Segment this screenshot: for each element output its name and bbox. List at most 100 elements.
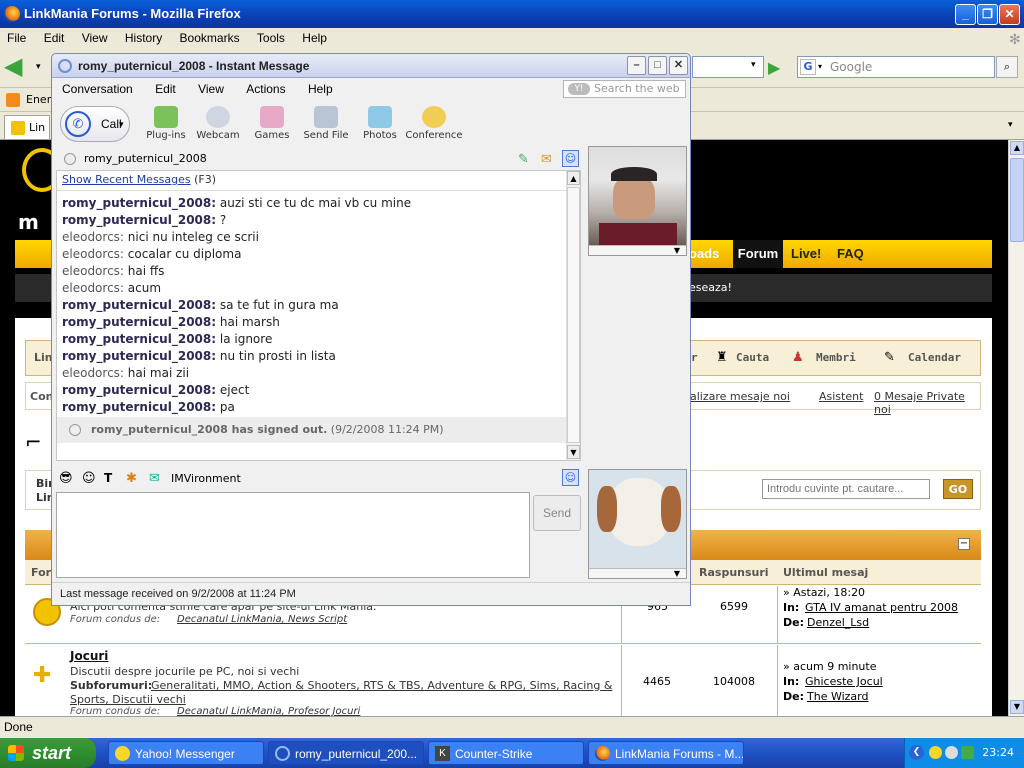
menu-history[interactable]: History [118, 28, 169, 48]
message-row: romy_puternicul_2008: hai marsh [62, 314, 280, 330]
im-menu-view[interactable]: View [188, 78, 233, 96]
pencil-icon[interactable]: ✎ [518, 151, 529, 169]
page-scrollbar[interactable]: ▲ ▼ [1008, 140, 1024, 716]
bookmark-item[interactable]: Ener [26, 93, 51, 106]
scroll-up-icon[interactable]: ▲ [1010, 141, 1024, 155]
tab-list-icon[interactable]: ▾ [1008, 120, 1013, 130]
menu-file[interactable]: File [0, 28, 33, 48]
menu-view[interactable]: View [75, 28, 115, 48]
font-icon[interactable]: T [104, 471, 112, 485]
im-menu-edit[interactable]: Edit [145, 78, 185, 96]
task-yahoo-messenger[interactable]: Yahoo! Messenger [108, 741, 264, 765]
tab-linkmania[interactable]: Lin [4, 115, 50, 139]
minimize-button[interactable]: _ [955, 4, 976, 25]
emoticon-sunglasses-icon[interactable]: 😎 [59, 471, 73, 486]
menu-item-partial[interactable]: r [691, 351, 698, 364]
url-bar[interactable]: ▾ [692, 56, 764, 78]
back-icon[interactable]: ◀ [4, 54, 32, 80]
tool-conference[interactable]: Conference [404, 106, 464, 141]
my-card-icon[interactable]: ☺ [562, 469, 579, 486]
last-post-topic-link[interactable]: GTA IV amanat pentru 2008 [805, 601, 958, 614]
last-post-topic-link[interactable]: Ghiceste Jocul [805, 675, 883, 688]
close-button[interactable]: ✕ [999, 4, 1020, 25]
show-recent-link[interactable]: Show Recent Messages [62, 173, 191, 186]
maximize-button[interactable]: ❐ [977, 4, 998, 25]
avatar-dropdown-icon[interactable]: ▼ [589, 245, 686, 255]
search-box[interactable]: G ▾ Google [797, 56, 995, 78]
tool-photos[interactable]: Photos [350, 106, 410, 141]
send-button[interactable]: Send [533, 495, 581, 531]
imvironment-icon[interactable]: ✉ [149, 471, 160, 486]
message-input[interactable] [56, 492, 530, 578]
nav-faq[interactable]: FAQ [837, 246, 864, 261]
start-button[interactable]: start [0, 738, 96, 768]
url-dropdown-icon[interactable]: ▾ [751, 60, 756, 70]
tool-plugins[interactable]: Plug-ins [136, 106, 196, 141]
forum-mods[interactable]: Decanatul LinkMania, Profesor Jocuri [177, 706, 360, 716]
link-new-posts[interactable]: alizare mesaje noi [690, 390, 790, 403]
yahoo-tray-icon[interactable] [929, 746, 942, 759]
im-minimize-button[interactable]: – [627, 56, 646, 75]
back-dropdown-icon[interactable]: ▾ [36, 62, 41, 72]
task-firefox[interactable]: LinkMania Forums - M... [588, 741, 744, 765]
my-avatar[interactable]: ▼ [588, 469, 687, 579]
divider [57, 190, 566, 191]
forum-search-input[interactable] [762, 479, 930, 499]
last-post-author-link[interactable]: The Wizard [807, 690, 868, 703]
forum-mods[interactable]: Decanatul LinkMania, News Script [177, 614, 347, 625]
menu-tools[interactable]: Tools [250, 28, 292, 48]
menu-item-cauta[interactable]: Cauta [736, 351, 769, 364]
link-private-messages[interactable]: 0 Mesaje Private noi [874, 390, 980, 416]
imvironment-label[interactable]: IMVironment [171, 472, 241, 485]
subforums-links-2[interactable]: Sports, Discutii vechi [70, 693, 186, 706]
menu-edit[interactable]: Edit [37, 28, 72, 48]
scroll-down-icon[interactable]: ▼ [1010, 700, 1024, 714]
forum-topics: 4465 [643, 675, 671, 688]
tool-send-file[interactable]: Send File [296, 106, 356, 141]
link-assistant[interactable]: Asistent [819, 390, 863, 403]
search-icon[interactable]: ⌕ [996, 56, 1018, 78]
message-row: eleodorcs: nici nu inteleg ce scrii [62, 229, 259, 245]
task-instant-message[interactable]: romy_puternicul_200... [268, 741, 424, 765]
scroll-down-icon[interactable]: ▼ [567, 445, 580, 459]
im-menu-actions[interactable]: Actions [236, 78, 294, 96]
menu-bookmarks[interactable]: Bookmarks [173, 28, 247, 48]
im-web-search[interactable]: Y! Search the web [563, 80, 686, 98]
nav-live[interactable]: Live! [791, 246, 821, 261]
message-row: romy_puternicul_2008: la ignore [62, 331, 272, 347]
go-icon[interactable]: ▶ [768, 58, 780, 77]
steam-tray-icon[interactable] [945, 746, 958, 759]
scroll-thumb[interactable] [1010, 158, 1024, 242]
im-menu-conversation[interactable]: Conversation [52, 78, 142, 96]
forum-title-link[interactable]: Jocuri [70, 649, 108, 663]
task-counter-strike[interactable]: K Counter-Strike [428, 741, 584, 765]
tool-games[interactable]: Games [242, 106, 302, 141]
collapse-icon[interactable]: − [958, 538, 970, 550]
subforums-links[interactable]: Generalitati, MMO, Action & Shooters, RT… [151, 679, 612, 692]
history-scrollbar[interactable]: ▲ ▼ [566, 171, 580, 460]
tray-expand-icon[interactable]: ❮ [909, 745, 924, 760]
scroll-thumb[interactable] [567, 187, 580, 443]
menu-item-membri[interactable]: Membri [816, 351, 856, 364]
menu-help[interactable]: Help [295, 28, 334, 48]
emoticon-blush-icon[interactable]: ☺ [82, 471, 96, 486]
mail-icon[interactable]: ✉ [541, 151, 552, 169]
nav-downloads[interactable]: oads [689, 246, 719, 261]
search-engine-dropdown-icon[interactable]: ▾ [818, 62, 822, 71]
google-icon[interactable]: G [800, 59, 816, 75]
im-menu-help[interactable]: Help [298, 78, 342, 96]
network-tray-icon[interactable] [961, 746, 974, 759]
scroll-up-icon[interactable]: ▲ [567, 171, 580, 185]
menu-item-calendar[interactable]: Calendar [908, 351, 961, 364]
im-close-button[interactable]: ✕ [669, 56, 688, 75]
forum-search-go-button[interactable]: GO [943, 479, 973, 499]
avatar-dropdown-icon[interactable]: ▼ [589, 568, 686, 578]
last-post-author-link[interactable]: Denzel_Lsd [807, 616, 869, 629]
im-maximize-button[interactable]: □ [648, 56, 667, 75]
audible-icon[interactable]: ✱ [126, 471, 137, 486]
contact-card-icon[interactable]: ☺ [562, 150, 579, 167]
tool-webcam[interactable]: Webcam [188, 106, 248, 141]
buddy-avatar[interactable]: ▼ [588, 146, 687, 256]
message-history[interactable]: Show Recent Messages (F3) romy_puternicu… [56, 170, 581, 461]
nav-forum[interactable]: Forum [733, 240, 783, 268]
